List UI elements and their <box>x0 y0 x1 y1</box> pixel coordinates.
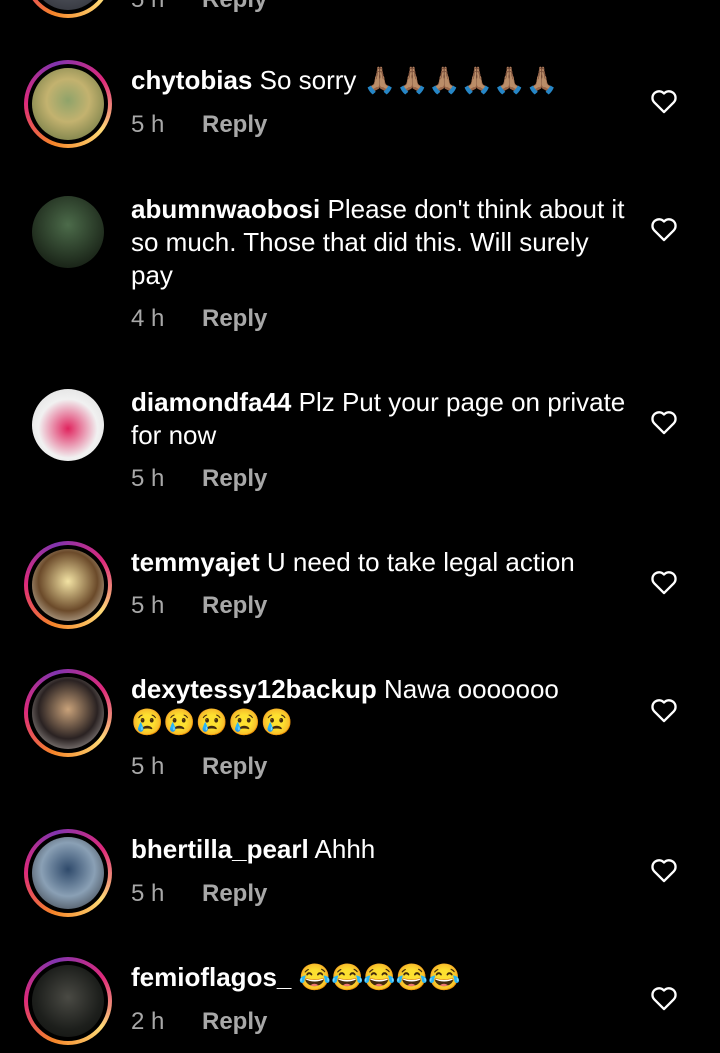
comment-body: U need to take legal action <box>266 547 575 577</box>
comment-text: femioflagos_ 😂😂😂😂😂 <box>131 961 631 994</box>
reply-button[interactable]: Reply <box>202 880 267 908</box>
heart-outline-icon[interactable] <box>650 569 678 595</box>
comment-meta: 5 h Reply <box>131 465 267 493</box>
comment-time: 5 h <box>131 592 165 619</box>
comment-meta: 2 h Reply <box>131 1008 267 1036</box>
comment-time: 5 h <box>131 880 165 907</box>
comment-text: abumnwaobosi Please don't think about it… <box>131 193 631 292</box>
heart-outline-icon[interactable] <box>650 88 678 114</box>
comment-text: diamondfa44 Plz Put your page on private… <box>131 386 631 452</box>
heart-outline-icon[interactable] <box>650 857 678 883</box>
avatar[interactable] <box>32 389 104 461</box>
username[interactable]: abumnwaobosi <box>131 194 320 224</box>
username[interactable]: chytobias <box>131 65 252 95</box>
avatar[interactable] <box>24 669 112 757</box>
comment-meta: 5 h Reply <box>131 592 267 620</box>
reply-button[interactable]: Reply <box>202 753 267 781</box>
avatar[interactable] <box>24 957 112 1045</box>
heart-outline-icon[interactable] <box>650 409 678 435</box>
username[interactable]: temmyajet <box>131 547 260 577</box>
comment-meta: 4 h Reply <box>131 305 267 333</box>
reply-button[interactable]: Reply <box>202 305 267 333</box>
comment-time: 5 h <box>131 111 165 138</box>
reply-button[interactable]: Reply <box>202 0 267 14</box>
reply-button[interactable]: Reply <box>202 592 267 620</box>
comment-text: dexytessy12backup Nawa ooooooo 😢😢😢😢😢 <box>131 673 631 739</box>
avatar[interactable] <box>24 541 112 629</box>
comment-meta: 5 h Reply <box>131 0 267 14</box>
avatar[interactable] <box>24 0 112 18</box>
heart-outline-icon[interactable] <box>650 697 678 723</box>
username[interactable]: bhertilla_pearl <box>131 834 309 864</box>
comment-body: Nawa ooooooo <box>383 674 559 704</box>
comment-time: 5 h <box>131 465 165 492</box>
reply-button[interactable]: Reply <box>202 465 267 493</box>
comment-time: 2 h <box>131 1008 165 1035</box>
reply-button[interactable]: Reply <box>202 1008 267 1036</box>
laughing-tears-emoji: 😂😂😂😂😂 <box>298 962 461 992</box>
comment-time: 5 h <box>131 753 165 780</box>
heart-outline-icon[interactable] <box>650 985 678 1011</box>
avatar[interactable] <box>32 196 104 268</box>
comment-text: temmyajet U need to take legal action <box>131 546 631 579</box>
comment-body: Ahhh <box>314 834 376 864</box>
comment-text: chytobias So sorry 🙏🏽🙏🏽🙏🏽🙏🏽🙏🏽🙏🏽 <box>131 64 631 97</box>
avatar[interactable] <box>24 60 112 148</box>
praying-hands-emoji: 🙏🏽🙏🏽🙏🏽🙏🏽🙏🏽🙏🏽 <box>363 65 558 95</box>
comment-time: 4 h <box>131 305 165 332</box>
crying-face-emoji: 😢😢😢😢😢 <box>131 707 293 737</box>
reply-button[interactable]: Reply <box>202 111 267 139</box>
comment-meta: 5 h Reply <box>131 111 267 139</box>
username[interactable]: dexytessy12backup <box>131 674 377 704</box>
username[interactable]: diamondfa44 <box>131 387 291 417</box>
comment-meta: 5 h Reply <box>131 753 267 781</box>
heart-outline-icon[interactable] <box>650 216 678 242</box>
username[interactable]: femioflagos_ <box>131 962 291 992</box>
comment-text: bhertilla_pearl Ahhh <box>131 833 631 866</box>
comment-body: So sorry <box>259 65 357 95</box>
comment-meta: 5 h Reply <box>131 880 267 908</box>
avatar[interactable] <box>24 829 112 917</box>
comment-time: 5 h <box>131 0 202 14</box>
